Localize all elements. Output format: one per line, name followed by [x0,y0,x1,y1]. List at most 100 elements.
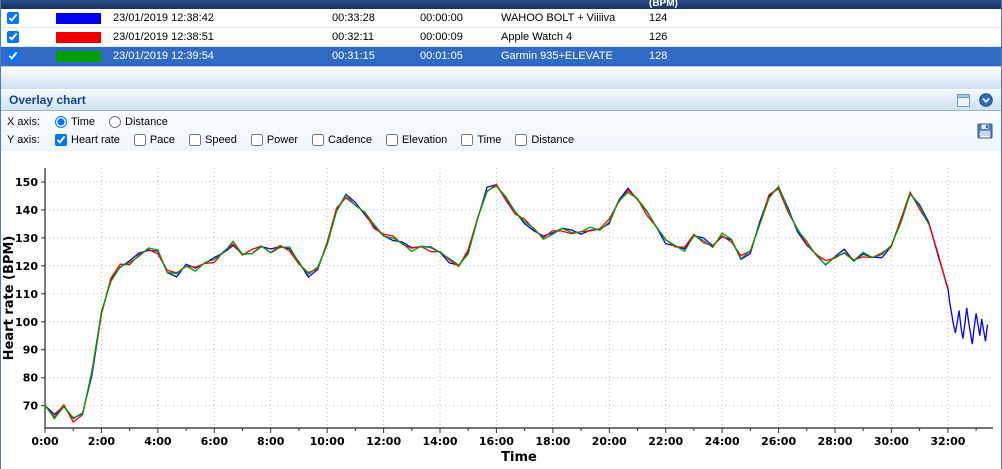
svg-text:20:00: 20:00 [592,435,627,448]
overlay-chart-header: Overlay chart [1,89,1001,111]
row-color-cell [25,13,109,24]
checkbox-input[interactable] [134,134,146,146]
row-device: Apple Watch 4 [497,31,645,43]
svg-text:130: 130 [15,232,38,245]
svg-text:32:00: 32:00 [930,435,965,448]
x-axis-option-time[interactable]: Time [55,116,95,128]
row-datetime: 23/01/2019 12:38:42 [109,12,327,24]
svg-text:8:00: 8:00 [257,435,285,448]
table-header-sliver: (BPM) [1,0,1001,9]
y-axis-option-time[interactable]: Time [461,134,501,146]
svg-text:28:00: 28:00 [817,435,852,448]
y-axis-options: Heart rate Pace Speed Power Cadence Elevation… [55,134,574,146]
save-chart-button[interactable] [977,123,993,144]
y-axis-option-distance[interactable]: Distance [515,134,574,146]
svg-text:140: 140 [15,204,38,217]
row-visible-checkbox[interactable] [7,31,19,43]
row-color-cell [25,51,109,62]
row-visible-checkbox[interactable] [7,50,19,62]
panel-gap-band [1,66,1001,89]
checkbox-input[interactable] [312,134,324,146]
svg-text:120: 120 [15,260,38,273]
svg-text:100: 100 [15,316,38,329]
row-avg-hr: 128 [645,50,715,62]
checkbox-input[interactable] [55,134,67,146]
row-check-cell [1,50,25,62]
option-label: Distance [531,134,574,146]
svg-text:90: 90 [23,344,39,357]
row-offset: 00:00:00 [415,12,497,24]
checkbox-input[interactable] [251,134,263,146]
table-row[interactable]: 23/01/2019 12:39:54 00:31:15 00:01:05 Ga… [1,47,1001,66]
row-offset: 00:01:05 [415,50,497,62]
option-label: Cadence [328,134,372,146]
svg-text:2:00: 2:00 [88,435,116,448]
radio-input[interactable] [109,116,121,128]
activity-table: 23/01/2019 12:38:42 00:33:28 00:00:00 WA… [1,9,1001,66]
checkbox-input[interactable] [461,134,473,146]
row-duration: 00:33:28 [327,12,415,24]
row-avg-hr: 124 [645,12,715,24]
svg-text:30:00: 30:00 [874,435,909,448]
option-label: Elevation [402,134,447,146]
y-axis-option-cadence[interactable]: Cadence [312,134,372,146]
row-visible-checkbox[interactable] [7,12,19,24]
svg-text:4:00: 4:00 [144,435,172,448]
option-label: Pace [150,134,175,146]
app-window: (BPM) 23/01/2019 12:38:42 00:33:28 00:00… [0,0,1002,469]
table-header-fragment: (BPM) [649,0,678,9]
svg-text:0:00: 0:00 [31,435,59,448]
row-datetime: 23/01/2019 12:38:51 [109,31,327,43]
row-offset: 00:00:09 [415,31,497,43]
table-row[interactable]: 23/01/2019 12:38:51 00:32:11 00:00:09 Ap… [1,28,1001,47]
collapse-panel-icon[interactable] [979,93,993,107]
svg-text:16:00: 16:00 [479,435,514,448]
y-axis-label: Y axis: [7,134,43,146]
row-datetime: 23/01/2019 12:39:54 [109,50,327,62]
heart-rate-chart: 70 80 90 100 110 120 130 140 150 0:00 2:00 4:00 6:00… [1,151,1001,469]
svg-text:Heart rate (BPM): Heart rate (BPM) [2,236,17,361]
option-label: Time [477,134,501,146]
y-axis-option-speed[interactable]: Speed [189,134,237,146]
y-axis-option-power[interactable]: Power [251,134,298,146]
svg-text:24:00: 24:00 [705,435,740,448]
chart-controls: X axis: Time Distance Y axis: Heart rate P… [1,111,1001,151]
radio-input[interactable] [55,116,67,128]
svg-text:80: 80 [23,372,39,385]
popout-icon[interactable] [957,94,970,107]
y-axis-option-elevation[interactable]: Elevation [386,134,447,146]
chart-plot: 70 80 90 100 110 120 130 140 150 0:00 2:00 4:00 6:00… [1,152,1001,469]
option-label: Power [267,134,298,146]
svg-text:70: 70 [23,400,39,413]
series-color-swatch[interactable] [56,51,101,62]
option-label: Speed [205,134,237,146]
row-duration: 00:31:15 [327,50,415,62]
svg-text:22:00: 22:00 [648,435,683,448]
checkbox-input[interactable] [515,134,527,146]
row-color-cell [25,32,109,43]
x-axis-label: X axis: [7,116,43,128]
save-icon [977,123,993,139]
series-color-swatch[interactable] [56,32,101,43]
y-axis-option-pace[interactable]: Pace [134,134,175,146]
row-check-cell [1,31,25,43]
row-duration: 00:32:11 [327,31,415,43]
series-color-swatch[interactable] [56,13,101,24]
option-label: Time [71,116,95,128]
x-axis-option-distance[interactable]: Distance [109,116,168,128]
svg-text:Time: Time [501,450,537,465]
checkbox-input[interactable] [386,134,398,146]
table-row[interactable]: 23/01/2019 12:38:42 00:33:28 00:00:00 WA… [1,9,1001,28]
checkbox-input[interactable] [189,134,201,146]
svg-text:6:00: 6:00 [201,435,229,448]
svg-text:12:00: 12:00 [366,435,401,448]
y-axis-option-heart-rate[interactable]: Heart rate [55,134,120,146]
row-device: Garmin 935+ELEVATE [497,50,645,62]
svg-text:110: 110 [15,288,38,301]
row-check-cell [1,12,25,24]
row-device: WAHOO BOLT + Viiiiva [497,12,645,24]
row-avg-hr: 126 [645,31,715,43]
svg-text:150: 150 [15,176,38,189]
option-label: Distance [125,116,168,128]
option-label: Heart rate [71,134,120,146]
